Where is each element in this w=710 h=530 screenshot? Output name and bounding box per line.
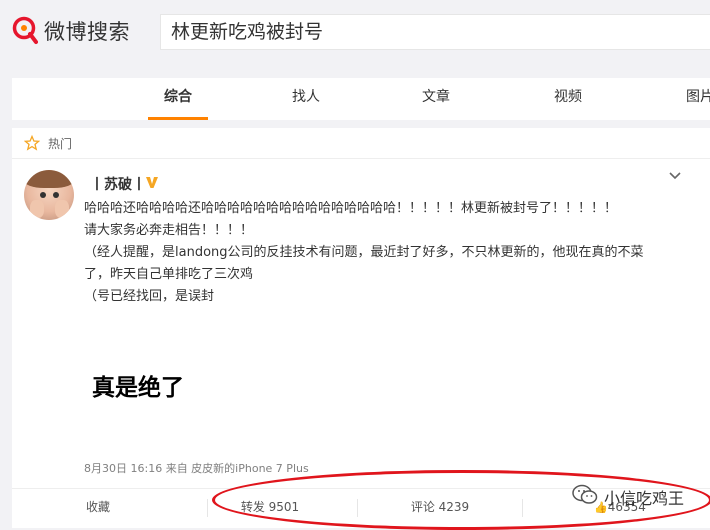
post-line: 请大家务必奔走相告！！！！ <box>84 223 254 238</box>
post-line: 哈哈哈还哈哈哈哈还哈哈哈哈哈哈哈哈哈哈哈哈哈哈哈！！！！！林更新被封号了！！！！… <box>84 201 618 216</box>
tab-comprehensive[interactable]: 综合 <box>148 78 208 120</box>
comment-button[interactable]: 评论 4239 <box>370 489 510 527</box>
post-meta: 8月30日 16:16 来自 皮皮新的iPhone 7 Plus <box>84 462 309 475</box>
tab-articles[interactable]: 文章 <box>406 78 466 120</box>
header: 微博搜索 林更新吃鸡被封号 <box>0 0 710 70</box>
post-line: 了，昨天自己单排吃了三次鸡 <box>84 267 254 282</box>
star-icon <box>23 134 41 155</box>
watermark: 小信吃鸡王 <box>572 484 684 510</box>
post-line: （号已经找回，是误封 <box>84 289 215 304</box>
repost-button[interactable]: 转发 9501 <box>200 489 340 527</box>
search-input[interactable]: 林更新吃鸡被封号 <box>160 14 710 50</box>
weibo-post-card: 热门 丨苏破丨 哈哈哈还哈哈哈哈还哈哈哈哈哈哈哈哈哈哈哈哈哈哈哈！！！！！林更新… <box>12 128 710 528</box>
weibo-search-logo[interactable]: 微博搜索 <box>12 16 130 46</box>
verified-badge-icon <box>144 174 160 194</box>
search-tabs: 综合 找人 文章 视频 图片 <box>12 78 710 120</box>
post-image-text: 真是绝了 <box>92 375 184 401</box>
favorite-button[interactable]: 收藏 <box>28 489 168 527</box>
weibo-logo-icon <box>12 16 38 46</box>
tab-videos[interactable]: 视频 <box>538 78 598 120</box>
hot-section-header: 热门 <box>12 128 710 159</box>
watermark-text: 小信吃鸡王 <box>604 489 685 508</box>
username[interactable]: 丨苏破丨 <box>90 174 146 194</box>
hot-label: 热门 <box>48 137 73 151</box>
avatar[interactable] <box>24 170 74 220</box>
logo-text: 微博搜索 <box>44 20 130 44</box>
tab-people[interactable]: 找人 <box>276 78 336 120</box>
wechat-icon <box>572 484 598 510</box>
chevron-down-icon[interactable] <box>668 168 682 187</box>
post-line: （经人提醒，是landong公司的反挂技术有问题，最近封了好多，不只林更新的，他… <box>84 245 644 260</box>
tab-images[interactable]: 图片 <box>670 78 710 120</box>
post-content: 哈哈哈还哈哈哈哈还哈哈哈哈哈哈哈哈哈哈哈哈哈哈哈！！！！！林更新被封号了！！！！… <box>84 198 694 308</box>
